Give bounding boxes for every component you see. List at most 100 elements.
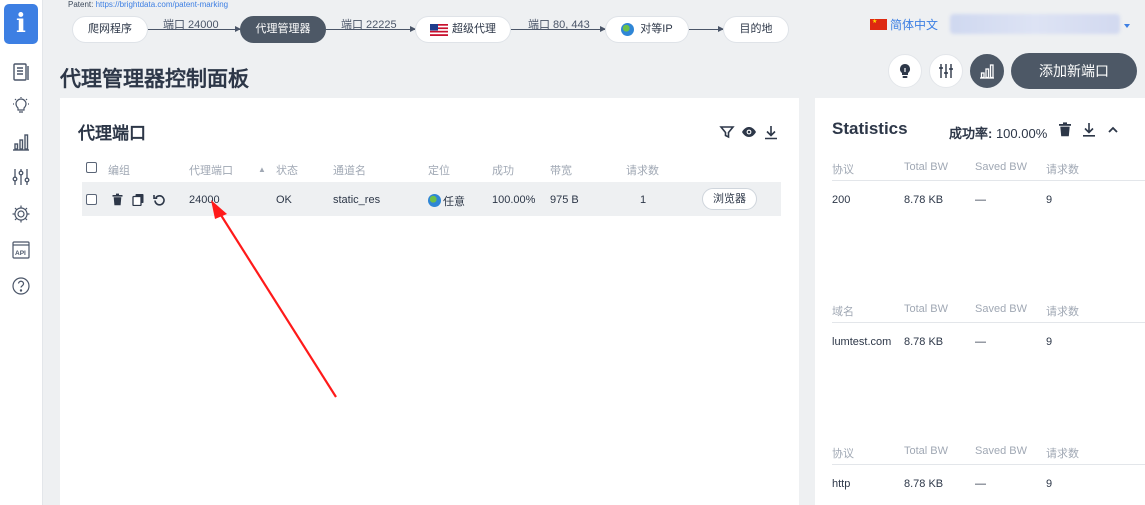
flow-node-label: 爬网程序	[88, 23, 132, 35]
row-checkbox[interactable]	[86, 194, 97, 205]
flow-node-proxy-manager[interactable]: 代理管理器	[240, 16, 326, 43]
language-selector[interactable]: 简体中文	[870, 16, 938, 33]
refresh-icon[interactable]	[153, 193, 166, 206]
stats-header-protocol: 协议	[832, 448, 854, 460]
sort-caret-icon[interactable]: ▲	[258, 165, 266, 174]
flow-arrow	[689, 26, 724, 32]
flow-arrow	[511, 26, 606, 32]
filter-icon[interactable]	[719, 124, 735, 140]
globe-icon	[621, 23, 635, 36]
flow-node-label: 对等IP	[640, 23, 673, 35]
stats-header-saved-bw: Saved BW	[975, 161, 1027, 173]
sliders-icon	[939, 64, 953, 78]
gear-icon[interactable]	[11, 204, 31, 224]
stats-cell-requests: 9	[1046, 336, 1053, 348]
tips-button[interactable]	[888, 54, 922, 88]
flow-node-peer-ip[interactable]: 对等IP	[605, 16, 689, 43]
api-icon[interactable]: API	[11, 240, 31, 260]
select-all-checkbox[interactable]	[86, 162, 97, 173]
stats-cell-saved-bw: —	[975, 478, 986, 490]
stats-header-domain: 域名	[832, 306, 854, 318]
lightbulb-icon[interactable]	[11, 96, 31, 116]
column-header-requests[interactable]: 请求数	[626, 162, 659, 178]
stats-header-total-bw: Total BW	[904, 303, 949, 315]
stats-cell-protocol: http	[832, 478, 851, 490]
stats-cell-total-bw: 8.78 KB	[904, 194, 944, 206]
stats-header-total-bw: Total BW	[904, 161, 949, 173]
flow-arrow	[326, 26, 416, 32]
stats-header-requests: 请求数	[1046, 164, 1079, 176]
flow-arrow	[148, 26, 241, 32]
list-icon[interactable]	[11, 62, 31, 82]
us-flag-icon	[430, 23, 448, 36]
statistics-button[interactable]	[970, 54, 1004, 88]
stats-cell-total-bw: 8.78 KB	[904, 336, 944, 348]
flow-node-label: 目的地	[739, 23, 773, 35]
column-header-port[interactable]: 代理端口	[189, 162, 233, 178]
column-header-location[interactable]: 定位	[428, 162, 450, 178]
download-icon[interactable]	[1082, 122, 1096, 137]
column-header-success[interactable]: 成功	[492, 162, 514, 178]
sidebar: i API	[0, 0, 43, 505]
success-rate: 成功率: 100.00%	[949, 123, 1047, 142]
success-rate-value: 100.00%	[995, 126, 1048, 141]
svg-text:API: API	[15, 250, 26, 257]
success-rate-label: 成功率:	[949, 126, 996, 141]
column-header-status[interactable]: 状态	[276, 162, 298, 178]
panel-title: 代理端口	[78, 124, 146, 143]
stats-title: Statistics	[832, 119, 908, 138]
status-cell: OK	[276, 194, 292, 206]
panel-toolbar	[719, 124, 779, 140]
stats-header-protocol: 协议	[832, 164, 854, 176]
language-label: 简体中文	[890, 18, 939, 32]
chevron-down-icon[interactable]	[1124, 24, 1130, 28]
stats-cell-saved-bw: —	[975, 194, 986, 206]
port-cell[interactable]: 24000	[189, 194, 220, 206]
stats-cell-requests: 9	[1046, 478, 1053, 490]
stats-header-saved-bw: Saved BW	[975, 303, 1027, 315]
duplicate-icon[interactable]	[132, 193, 145, 207]
flow-node-label: 超级代理	[452, 23, 496, 35]
stats-cell-saved-bw: —	[975, 336, 986, 348]
trash-icon[interactable]	[1058, 122, 1072, 137]
column-header-group[interactable]: 编组	[108, 162, 130, 178]
bandwidth-cell: 975 B	[550, 194, 579, 206]
zone-cell: static_res	[333, 194, 381, 206]
add-port-button[interactable]: 添加新端口	[1011, 53, 1137, 89]
trash-icon[interactable]	[111, 193, 124, 206]
stats-cell-total-bw: 8.78 KB	[904, 478, 944, 490]
flow-node-super-proxy[interactable]: 超级代理	[415, 16, 511, 43]
stats-cell-domain: lumtest.com	[832, 336, 892, 348]
column-header-zone[interactable]: 通道名	[333, 162, 366, 178]
stats-cell-protocol: 200	[832, 194, 851, 206]
eye-icon[interactable]	[741, 124, 757, 140]
settings-sliders-button[interactable]	[929, 54, 963, 88]
download-icon[interactable]	[763, 124, 779, 140]
bar-chart-icon[interactable]	[11, 132, 31, 152]
flow-node-destination[interactable]: 目的地	[723, 16, 789, 43]
page-title: 代理管理器控制面板	[60, 68, 249, 91]
open-browser-button[interactable]: 浏览器	[702, 188, 757, 210]
chevron-up-icon[interactable]	[1106, 122, 1120, 137]
statistics-panel: Statistics 成功率: 100.00% 协议 Total BW Save…	[815, 98, 1145, 505]
location-label: 任意	[443, 196, 465, 208]
divider	[832, 322, 1145, 323]
stats-header-total-bw: Total BW	[904, 445, 949, 457]
divider	[832, 180, 1145, 181]
china-flag-icon	[870, 18, 887, 30]
patent-link[interactable]: https://brightdata.com/patent-marking	[96, 0, 229, 9]
sliders-icon[interactable]	[11, 167, 31, 187]
globe-icon	[428, 194, 441, 207]
account-selector[interactable]	[950, 14, 1120, 34]
flow-node-crawler[interactable]: 爬网程序	[72, 16, 148, 43]
stats-cell-requests: 9	[1046, 194, 1053, 206]
app-logo[interactable]: i	[4, 4, 38, 44]
bar-chart-icon	[980, 64, 994, 79]
stats-header-requests: 请求数	[1046, 306, 1079, 318]
location-cell: 任意	[428, 193, 465, 209]
flow-node-label: 代理管理器	[255, 23, 311, 35]
help-icon[interactable]	[11, 276, 31, 296]
column-header-bandwidth[interactable]: 带宽	[550, 162, 572, 178]
stats-toolbar	[1058, 122, 1120, 137]
divider	[832, 464, 1145, 465]
